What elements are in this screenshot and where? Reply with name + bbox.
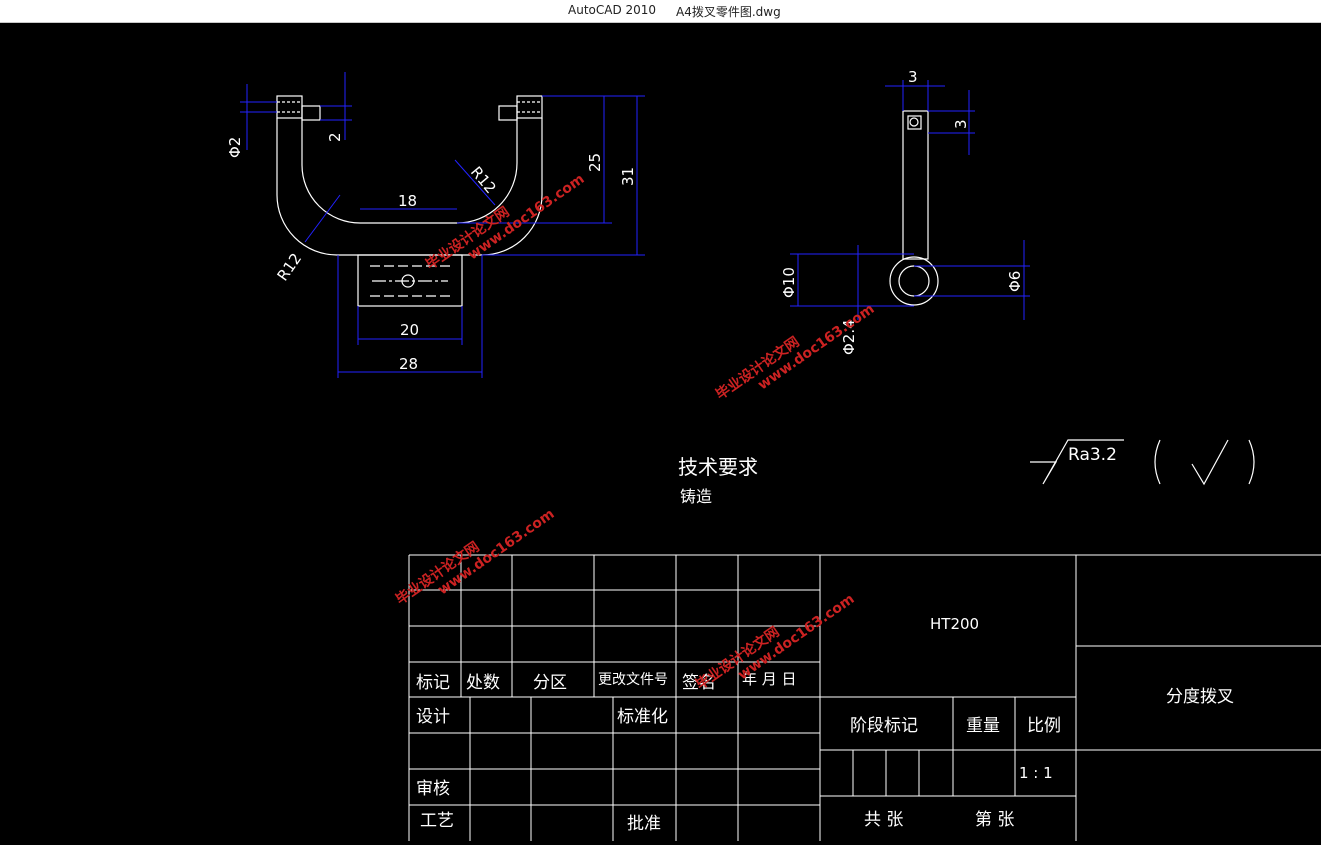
tb-total: 共 张 [864, 810, 903, 830]
tb-zone: 分区 [533, 673, 567, 693]
dim-2: 2 [326, 132, 344, 142]
dim-phi2: Φ2 [226, 137, 244, 158]
tb-sheet: 第 张 [975, 810, 1014, 830]
dim-28: 28 [399, 355, 418, 373]
dim-20: 20 [400, 321, 419, 339]
dim-25: 25 [586, 153, 604, 172]
tb-mark: 标记 [416, 673, 450, 693]
dim-3-top: 3 [908, 68, 918, 86]
dim-3-side: 3 [952, 119, 970, 129]
drawing-canvas[interactable]: Φ2 2 18 R12 R12 25 31 20 28 3 3 Φ10 Φ6 Φ… [0, 23, 1321, 841]
tb-weight: 重量 [966, 716, 1000, 736]
dim-31: 31 [619, 167, 637, 186]
tb-approve: 批准 [627, 814, 661, 834]
tb-partname: 分度拨叉 [1166, 687, 1234, 707]
tb-design: 设计 [416, 707, 450, 727]
tb-stage: 阶段标记 [850, 716, 918, 736]
tech-title: 技术要求 [678, 455, 758, 479]
tb-process: 工艺 [420, 811, 454, 831]
tb-scale-label: 比例 [1027, 716, 1061, 736]
drawing-svg[interactable]: Φ2 2 18 R12 R12 25 31 20 28 3 3 Φ10 Φ6 Φ… [0, 23, 1321, 841]
tb-material: HT200 [930, 615, 979, 633]
tb-standard: 标准化 [617, 707, 668, 727]
tech-line1: 铸造 [680, 487, 712, 506]
file-title: A4拨叉零件图.dwg [676, 5, 781, 19]
dim-18: 18 [398, 192, 417, 210]
dim-phi6: Φ6 [1006, 271, 1024, 292]
tb-docno: 更改文件号 [598, 672, 668, 688]
window-titlebar: AutoCAD 2010 A4拨叉零件图.dwg [0, 0, 1321, 23]
tb-count: 处数 [466, 673, 500, 693]
roughness-value: Ra3.2 [1068, 445, 1117, 465]
tb-review: 审核 [416, 779, 450, 799]
dim-phi10: Φ10 [780, 267, 798, 298]
tb-scale: 1 : 1 [1019, 764, 1053, 782]
app-title: AutoCAD 2010 [568, 3, 657, 17]
